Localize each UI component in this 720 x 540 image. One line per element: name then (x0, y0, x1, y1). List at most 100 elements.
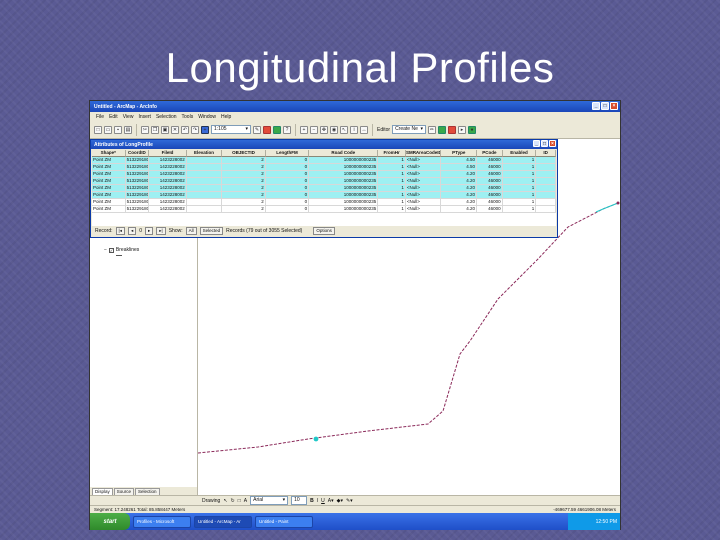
table-cell[interactable] (186, 178, 223, 185)
redo-icon[interactable]: ↷ (191, 125, 199, 134)
table-cell[interactable]: 1000000000235 (309, 157, 379, 164)
table-cell[interactable]: 1000000000235 (309, 192, 379, 199)
select-icon[interactable]: ↖ (340, 125, 348, 134)
table-cell[interactable]: 1 (378, 164, 406, 171)
table-cell[interactable] (536, 171, 556, 178)
column-header[interactable]: Enabled (502, 150, 537, 157)
whats-this-icon[interactable]: ? (283, 125, 291, 134)
expand-icon[interactable]: − (104, 247, 107, 253)
table-cell[interactable]: Point ZM (92, 157, 126, 164)
column-header[interactable]: ID (536, 150, 556, 157)
table-cell[interactable]: 513229180 (125, 199, 150, 206)
taskbar-item[interactable]: Untitled - Paint (255, 515, 313, 528)
fill-color-icon[interactable]: ◆▾ (337, 498, 343, 504)
open-icon[interactable]: ▭ (104, 125, 112, 134)
table-cell[interactable]: 1 (378, 178, 406, 185)
prev-record-button[interactable]: ◂ (127, 226, 137, 235)
table-cell[interactable]: 0 (265, 206, 310, 213)
task-combo[interactable]: Create Ne ▾ (392, 125, 427, 134)
table-cell[interactable]: 1000000000235 (309, 185, 379, 192)
bold-icon[interactable]: B (310, 498, 314, 504)
table-cell[interactable]: 1423228002 (149, 192, 187, 199)
taskbar-item[interactable]: Untitled - ArcMap - Ar (194, 515, 252, 528)
delete-icon[interactable]: ✕ (171, 125, 179, 134)
close-icon[interactable]: × (610, 102, 618, 110)
attribute-table-titlebar[interactable]: Attributes of LongProfile _ □ × (91, 140, 557, 149)
table-cell[interactable] (186, 199, 223, 206)
tab-display[interactable]: Display (92, 488, 113, 495)
layer-visibility-checkbox[interactable]: ✓ (108, 247, 114, 253)
column-header[interactable]: FileId (149, 150, 187, 157)
table-cell[interactable]: 1 (502, 185, 537, 192)
save-icon[interactable]: ▪ (114, 125, 122, 134)
layer-icon[interactable] (438, 125, 447, 134)
column-header[interactable]: PType (441, 150, 478, 157)
table-cell[interactable]: 513229180 (125, 192, 150, 199)
table-cell[interactable]: 0 (265, 164, 310, 171)
menu-selection[interactable]: Selection (156, 114, 177, 120)
column-header[interactable]: OBJECTID (222, 150, 266, 157)
table-cell[interactable]: 1000000000235 (309, 206, 379, 213)
menu-window[interactable]: Window (198, 114, 216, 120)
show-all-button[interactable]: All (185, 226, 197, 235)
table-cell[interactable] (186, 206, 223, 213)
tab-source[interactable]: Source (113, 488, 135, 495)
table-cell[interactable] (186, 164, 223, 171)
undo-icon[interactable]: ↶ (181, 125, 189, 134)
table-cell[interactable]: 513229180 (125, 185, 150, 192)
table-cell[interactable]: 1000000000235 (309, 199, 379, 206)
table-cell[interactable]: Point ZM (92, 192, 126, 199)
next-record-button[interactable]: ▸ (145, 226, 154, 235)
table-cell[interactable]: 513229180 (125, 164, 150, 171)
table-cell[interactable]: 46000 (476, 157, 503, 164)
table-cell[interactable]: 0 (265, 157, 310, 164)
minimize-icon[interactable]: _ (533, 140, 540, 147)
table-cell[interactable]: 1000000000235 (309, 171, 379, 178)
table-cell[interactable]: 0 (265, 185, 310, 192)
column-header[interactable]: Shape* (92, 150, 126, 157)
table-cell[interactable]: 1 (502, 206, 537, 213)
table-cell[interactable]: <Null> (405, 185, 442, 192)
font-combo[interactable]: Arial ▾ (250, 496, 289, 505)
table-row[interactable]: Point ZM 513229180 1423228002 2 0 10000000002… (92, 164, 556, 171)
rectangle-icon[interactable]: □ (238, 498, 241, 504)
table-cell[interactable]: 46000 (476, 185, 503, 192)
drawing-menu[interactable]: Drawing (202, 498, 220, 504)
toc-layer-row[interactable]: − ✓ Breaklines (104, 247, 139, 253)
table-cell[interactable]: 2 (222, 171, 266, 178)
table-cell[interactable]: 2 (222, 206, 266, 213)
table-row[interactable]: Point ZM 513229180 1423228002 2 0 10000000002… (92, 185, 556, 192)
edit-tool-icon[interactable]: ▸ (458, 125, 467, 134)
table-cell[interactable]: 1 (378, 199, 406, 206)
table-cell[interactable]: 46000 (476, 192, 503, 199)
maximize-icon[interactable]: □ (601, 102, 609, 110)
menu-view[interactable]: View (123, 114, 134, 120)
table-cell[interactable]: 1423228002 (149, 199, 187, 206)
table-cell[interactable]: 1 (502, 199, 537, 206)
select-elements-icon[interactable]: ↖ (223, 498, 227, 504)
table-cell[interactable]: 0 (265, 192, 310, 199)
table-cell[interactable]: <Null> (405, 171, 442, 178)
table-row[interactable]: Point ZM 513229180 1423228002 2 0 10000000002… (92, 192, 556, 199)
table-cell[interactable] (186, 171, 223, 178)
table-cell[interactable]: 4.20 (441, 185, 477, 192)
copy-icon[interactable]: ❐ (151, 125, 159, 134)
last-record-button[interactable]: ▸| (156, 226, 166, 235)
table-cell[interactable]: 4.50 (441, 164, 477, 171)
table-cell[interactable]: 0 (265, 199, 310, 206)
rotate-icon[interactable]: ↻ (231, 498, 235, 504)
table-cell[interactable]: <Null> (405, 192, 442, 199)
sketch-tool-icon[interactable]: ✏ (428, 125, 437, 134)
table-cell[interactable] (186, 157, 223, 164)
column-header[interactable]: Elevation (186, 150, 223, 157)
table-cell[interactable] (536, 185, 556, 192)
table-cell[interactable]: 1423228002 (149, 171, 187, 178)
table-row[interactable]: Point ZM 513229180 1423228002 2 0 10000000002… (92, 157, 556, 164)
table-cell[interactable]: 1000000000235 (309, 164, 379, 171)
attribute-grid[interactable]: Shape* CoordID FileId Elevation OBJECTID… (92, 150, 556, 226)
table-cell[interactable]: 2 (222, 164, 266, 171)
arccatalog-icon[interactable] (273, 125, 281, 134)
maximize-icon[interactable]: □ (541, 140, 548, 147)
table-cell[interactable]: 46000 (476, 178, 503, 185)
table-cell[interactable]: <Null> (405, 178, 442, 185)
